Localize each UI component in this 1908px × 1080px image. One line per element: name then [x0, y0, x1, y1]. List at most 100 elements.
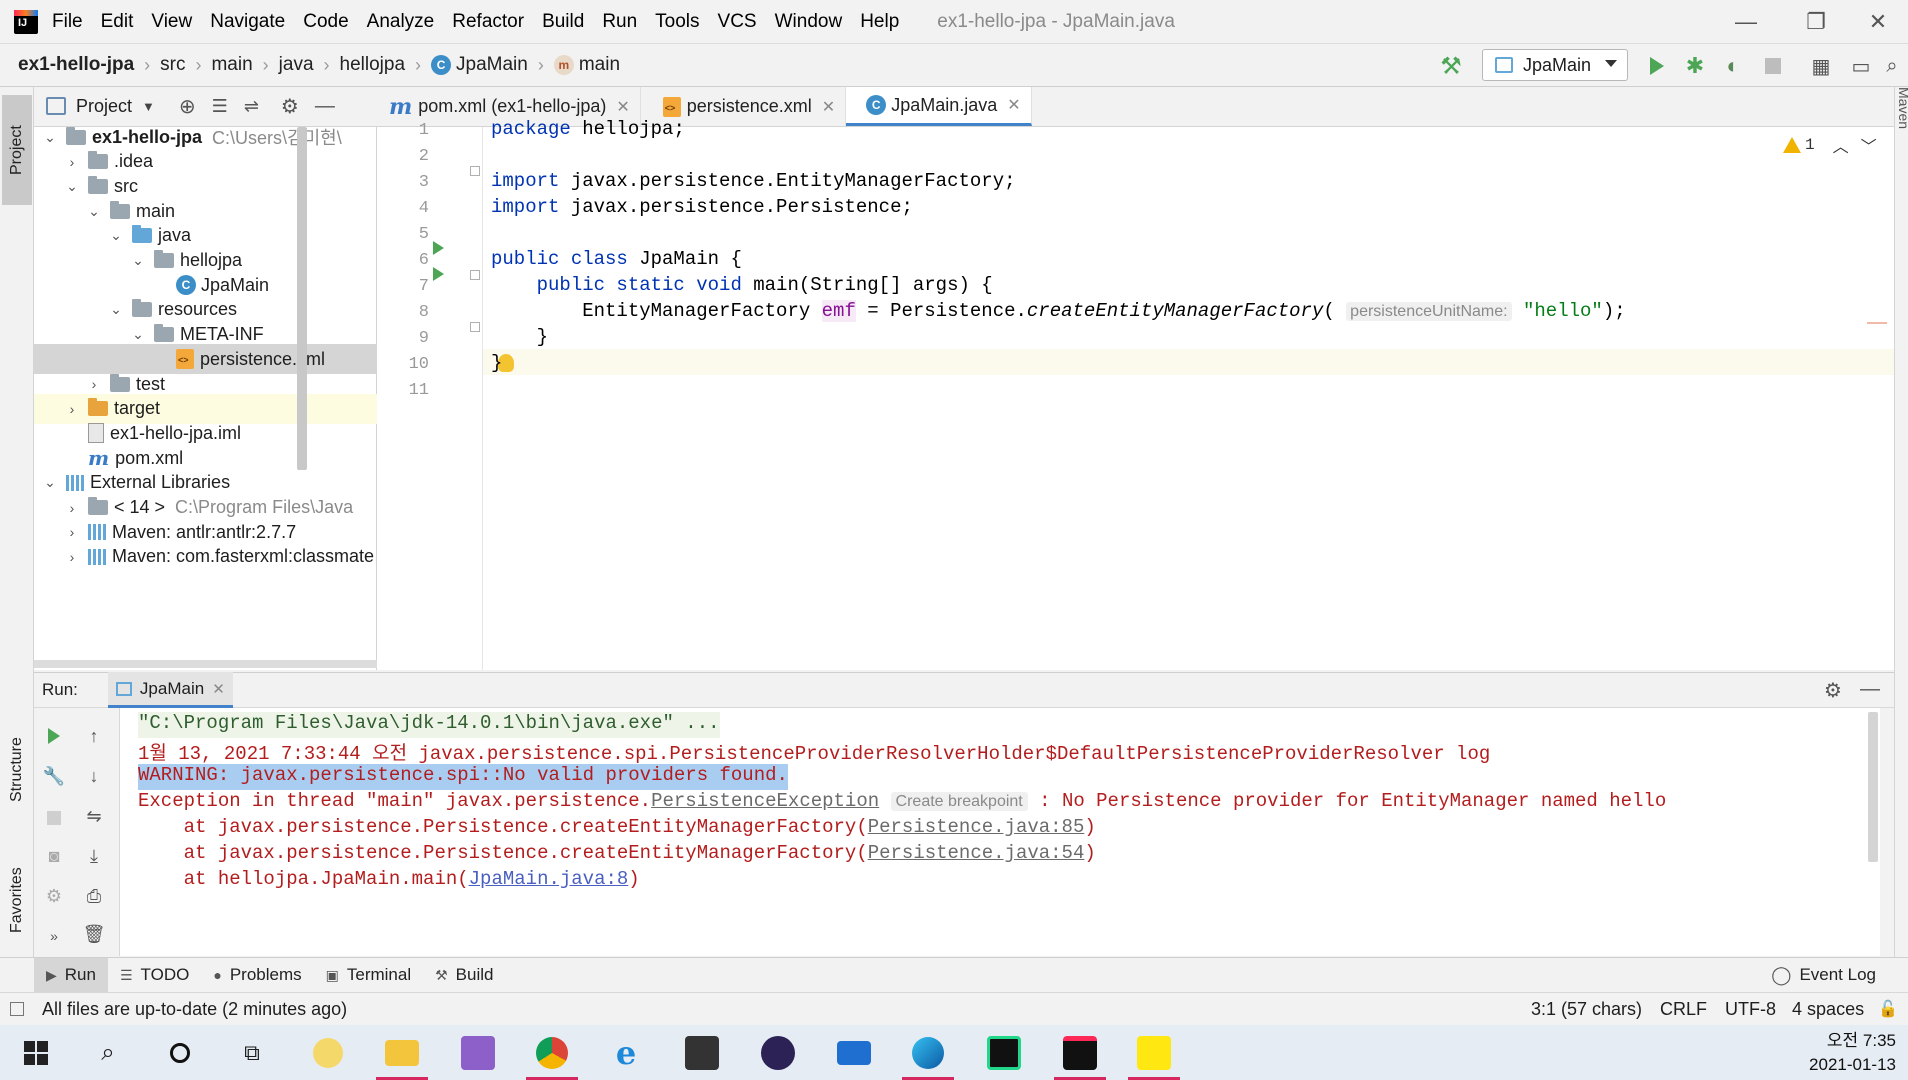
close-tab-icon[interactable]: ✕	[822, 97, 835, 117]
tool-tab-todo[interactable]: ☰ TODO	[108, 958, 201, 993]
chrome-icon[interactable]	[522, 1025, 582, 1080]
project-panel-title[interactable]: Project	[76, 96, 132, 117]
next-highlight-icon[interactable]: ﹀	[1861, 133, 1877, 157]
menu-tools[interactable]: Tools	[655, 11, 699, 33]
cortana-icon[interactable]	[150, 1025, 210, 1080]
stack-trace-link[interactable]: Persistence.java:54	[868, 842, 1085, 864]
status-message[interactable]: All files are up-to-date (2 minutes ago)	[42, 999, 347, 1020]
minimize-button[interactable]: —	[1716, 0, 1776, 43]
chevron-right-icon[interactable]: ›	[64, 500, 80, 516]
close-tab-icon[interactable]: ✕	[616, 97, 629, 117]
visual-studio-icon[interactable]	[448, 1025, 508, 1080]
pycharm-icon[interactable]	[974, 1025, 1034, 1080]
caret-position[interactable]: 3:1 (57 chars)	[1531, 999, 1642, 1020]
tree-scrollbar[interactable]	[297, 127, 307, 470]
hide-panel-icon[interactable]: —	[315, 95, 335, 118]
wrench-icon[interactable]: 🔧	[42, 764, 66, 788]
run-configuration-select[interactable]: JpaMain	[1482, 49, 1628, 81]
chevron-down-icon[interactable]: ⌄	[108, 227, 124, 244]
chevron-down-icon[interactable]: ⌄	[130, 326, 146, 343]
print-icon[interactable]: ⎙	[82, 884, 106, 908]
tool-tab-structure[interactable]: Structure	[2, 715, 32, 825]
task-view-icon[interactable]: ⧉	[222, 1025, 282, 1080]
expand-all-icon[interactable]: ☰	[212, 96, 228, 117]
tool-tab-problems[interactable]: ● Problems	[201, 958, 313, 993]
soft-wrap-icon[interactable]: ⇋	[82, 804, 106, 828]
menu-navigate[interactable]: Navigate	[210, 11, 285, 33]
create-breakpoint-hint[interactable]: Create breakpoint	[890, 792, 1028, 811]
breadcrumb-method[interactable]: m main	[553, 54, 620, 76]
code-editor[interactable]: 1 2 3 4 5 6 7 8 9 10 11 package hellojpa; import j…	[377, 118, 1894, 670]
hide-panel-icon[interactable]: —	[1860, 678, 1880, 701]
trash-icon[interactable]: 🗑	[82, 922, 106, 946]
kakao-pet-icon[interactable]	[298, 1025, 358, 1080]
intellij-icon[interactable]	[1050, 1025, 1110, 1080]
fold-method-icon[interactable]	[470, 270, 480, 280]
tool-tab-run[interactable]: ▶ Run	[34, 957, 108, 993]
internet-explorer-icon[interactable]: e	[596, 1025, 656, 1080]
menu-file[interactable]: File	[52, 11, 83, 33]
chevron-down-icon[interactable]: ⌄	[86, 203, 102, 219]
stop-button[interactable]	[1759, 52, 1787, 80]
menu-run[interactable]: Run	[602, 11, 637, 33]
menu-vcs[interactable]: VCS	[718, 11, 757, 33]
menu-window[interactable]: Window	[775, 11, 843, 33]
stack-trace-link[interactable]: JpaMain.java:8	[469, 868, 629, 890]
run-button[interactable]	[1643, 52, 1671, 80]
system-clock[interactable]: 오전 7:35 2021-01-13	[1809, 1029, 1896, 1077]
mail-icon[interactable]	[824, 1025, 884, 1080]
breadcrumb-project[interactable]: ex1-hello-jpa	[18, 54, 134, 76]
gear-icon[interactable]: ⚙	[281, 94, 299, 119]
run-class-gutter-icon[interactable]	[433, 241, 444, 255]
tab-jpamain-java[interactable]: C JpaMain.java ✕	[846, 87, 1032, 126]
console-output[interactable]: "C:\Program Files\Java\jdk-14.0.1\bin\ja…	[120, 708, 1880, 956]
menu-analyze[interactable]: Analyze	[367, 11, 435, 33]
tree-item[interactable]: › Maven: com.fasterxml:classmate	[34, 542, 377, 572]
run-tab-jpamain[interactable]: JpaMain ✕	[107, 672, 233, 708]
chevron-down-icon[interactable]: ⌄	[42, 129, 58, 145]
scroll-down-icon[interactable]: ↓	[82, 764, 106, 788]
locate-file-icon[interactable]: ⊕	[179, 94, 196, 119]
tool-tab-terminal[interactable]: ▣ Terminal	[314, 958, 423, 993]
tool-tab-project[interactable]: Project	[2, 95, 32, 205]
kakaotalk-icon[interactable]	[1124, 1025, 1184, 1080]
eclipse-icon[interactable]	[748, 1025, 808, 1080]
menu-refactor[interactable]: Refactor	[452, 11, 524, 33]
gear-icon[interactable]: ⚙	[1824, 678, 1842, 703]
breadcrumb-main[interactable]: main	[211, 54, 252, 76]
stack-trace-link[interactable]: Persistence.java:85	[868, 816, 1085, 838]
exception-class-link[interactable]: PersistenceException	[651, 790, 879, 812]
breadcrumb-java[interactable]: java	[279, 54, 314, 76]
menu-help[interactable]: Help	[860, 11, 899, 33]
breadcrumb-hellojpa[interactable]: hellojpa	[340, 54, 406, 76]
rerun-button[interactable]	[42, 724, 66, 748]
chevron-down-icon[interactable]: ▼	[142, 99, 155, 114]
chevron-down-icon[interactable]: ⌄	[130, 252, 146, 269]
tool-tab-favorites[interactable]: Favorites	[2, 845, 32, 955]
status-toggle-icon[interactable]	[10, 1002, 24, 1016]
split-view-icon[interactable]: ▭	[1847, 52, 1875, 80]
chevron-right-icon[interactable]: ›	[64, 401, 80, 417]
file-encoding[interactable]: UTF-8	[1725, 999, 1776, 1020]
close-window-button[interactable]: ✕	[1848, 0, 1908, 43]
scroll-up-icon[interactable]: ↑	[82, 724, 106, 748]
previous-highlight-icon[interactable]: ︿	[1833, 133, 1849, 157]
console-scrollbar[interactable]	[1868, 712, 1878, 862]
scroll-to-end-icon[interactable]: ⤓	[82, 844, 106, 868]
restore-button[interactable]: ❐	[1786, 0, 1846, 43]
chevron-down-icon[interactable]: ⌄	[108, 301, 124, 318]
run-main-gutter-icon[interactable]	[433, 267, 444, 281]
microsoft-store-icon[interactable]	[672, 1025, 732, 1080]
indent-setting[interactable]: 4 spaces	[1792, 999, 1864, 1020]
close-tab-icon[interactable]: ✕	[1007, 95, 1020, 115]
build-hammer-icon[interactable]: ⚒	[1437, 52, 1465, 80]
chevron-right-icon[interactable]: ›	[64, 549, 80, 565]
windows-start-icon[interactable]	[6, 1025, 66, 1080]
search-icon[interactable]: ⌕	[1878, 52, 1906, 80]
more-chevron-icon[interactable]: »	[42, 924, 66, 948]
menu-build[interactable]: Build	[542, 11, 584, 33]
search-icon[interactable]: ⌕	[78, 1025, 138, 1080]
tool-tab-maven[interactable]: Maven	[1896, 87, 1908, 129]
close-tab-icon[interactable]: ✕	[212, 680, 225, 698]
error-stripe-mark[interactable]	[1867, 322, 1887, 324]
